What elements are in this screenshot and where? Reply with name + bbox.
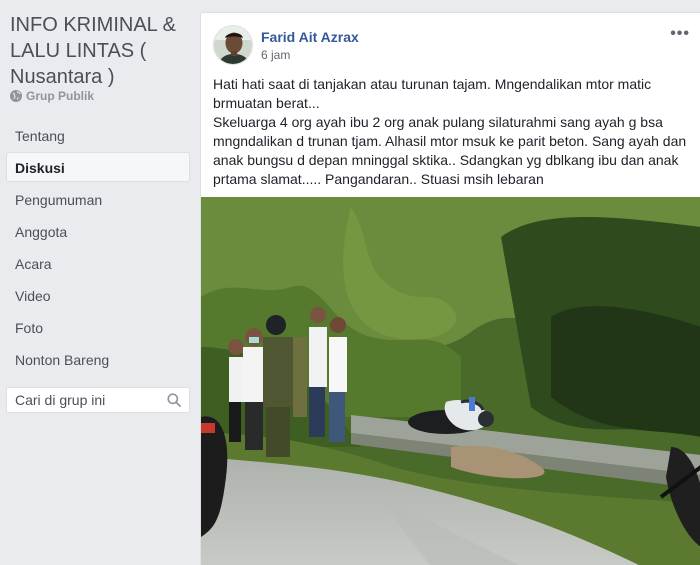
group-type-label: Grup Publik [26, 89, 95, 103]
nav-item-tentang[interactable]: Tentang [6, 120, 190, 150]
post-author[interactable]: Farid Ait Azrax [261, 29, 359, 45]
group-search [6, 387, 190, 413]
group-nav: Tentang Diskusi Pengumuman Anggota Acara… [6, 120, 190, 376]
globe-icon [10, 90, 22, 102]
post-line: Hati hati saat di tanjakan atau turunan … [213, 76, 652, 111]
avatar[interactable] [213, 25, 253, 65]
group-privacy: Grup Publik [10, 89, 94, 103]
nav-item-acara[interactable]: Acara [6, 248, 190, 278]
search-input[interactable] [7, 391, 167, 409]
more-options-icon[interactable]: ••• [670, 25, 690, 43]
nav-item-nonton-bareng[interactable]: Nonton Bareng [6, 344, 190, 374]
post-card: Farid Ait Azrax 6 jam ••• Hati hati saat… [200, 12, 700, 565]
nav-item-foto[interactable]: Foto [6, 312, 190, 342]
group-sidebar: INFO KRIMINAL & LALU LINTAS ( Nusantara … [0, 0, 196, 565]
nav-item-pengumuman[interactable]: Pengumuman [6, 184, 190, 214]
post-line: Skeluarga 4 org ayah ibu 2 org anak pula… [213, 114, 687, 187]
nav-item-diskusi[interactable]: Diskusi [6, 152, 190, 182]
post-text: Hati hati saat di tanjakan atau turunan … [213, 75, 691, 189]
nav-item-video[interactable]: Video [6, 280, 190, 310]
profile-photo [214, 26, 252, 64]
post-timestamp[interactable]: 6 jam [261, 48, 290, 62]
group-title[interactable]: INFO KRIMINAL & LALU LINTAS ( Nusantara … [10, 12, 192, 90]
nav-item-anggota[interactable]: Anggota [6, 216, 190, 246]
search-icon[interactable] [167, 393, 181, 407]
post-photo[interactable] [201, 197, 700, 565]
